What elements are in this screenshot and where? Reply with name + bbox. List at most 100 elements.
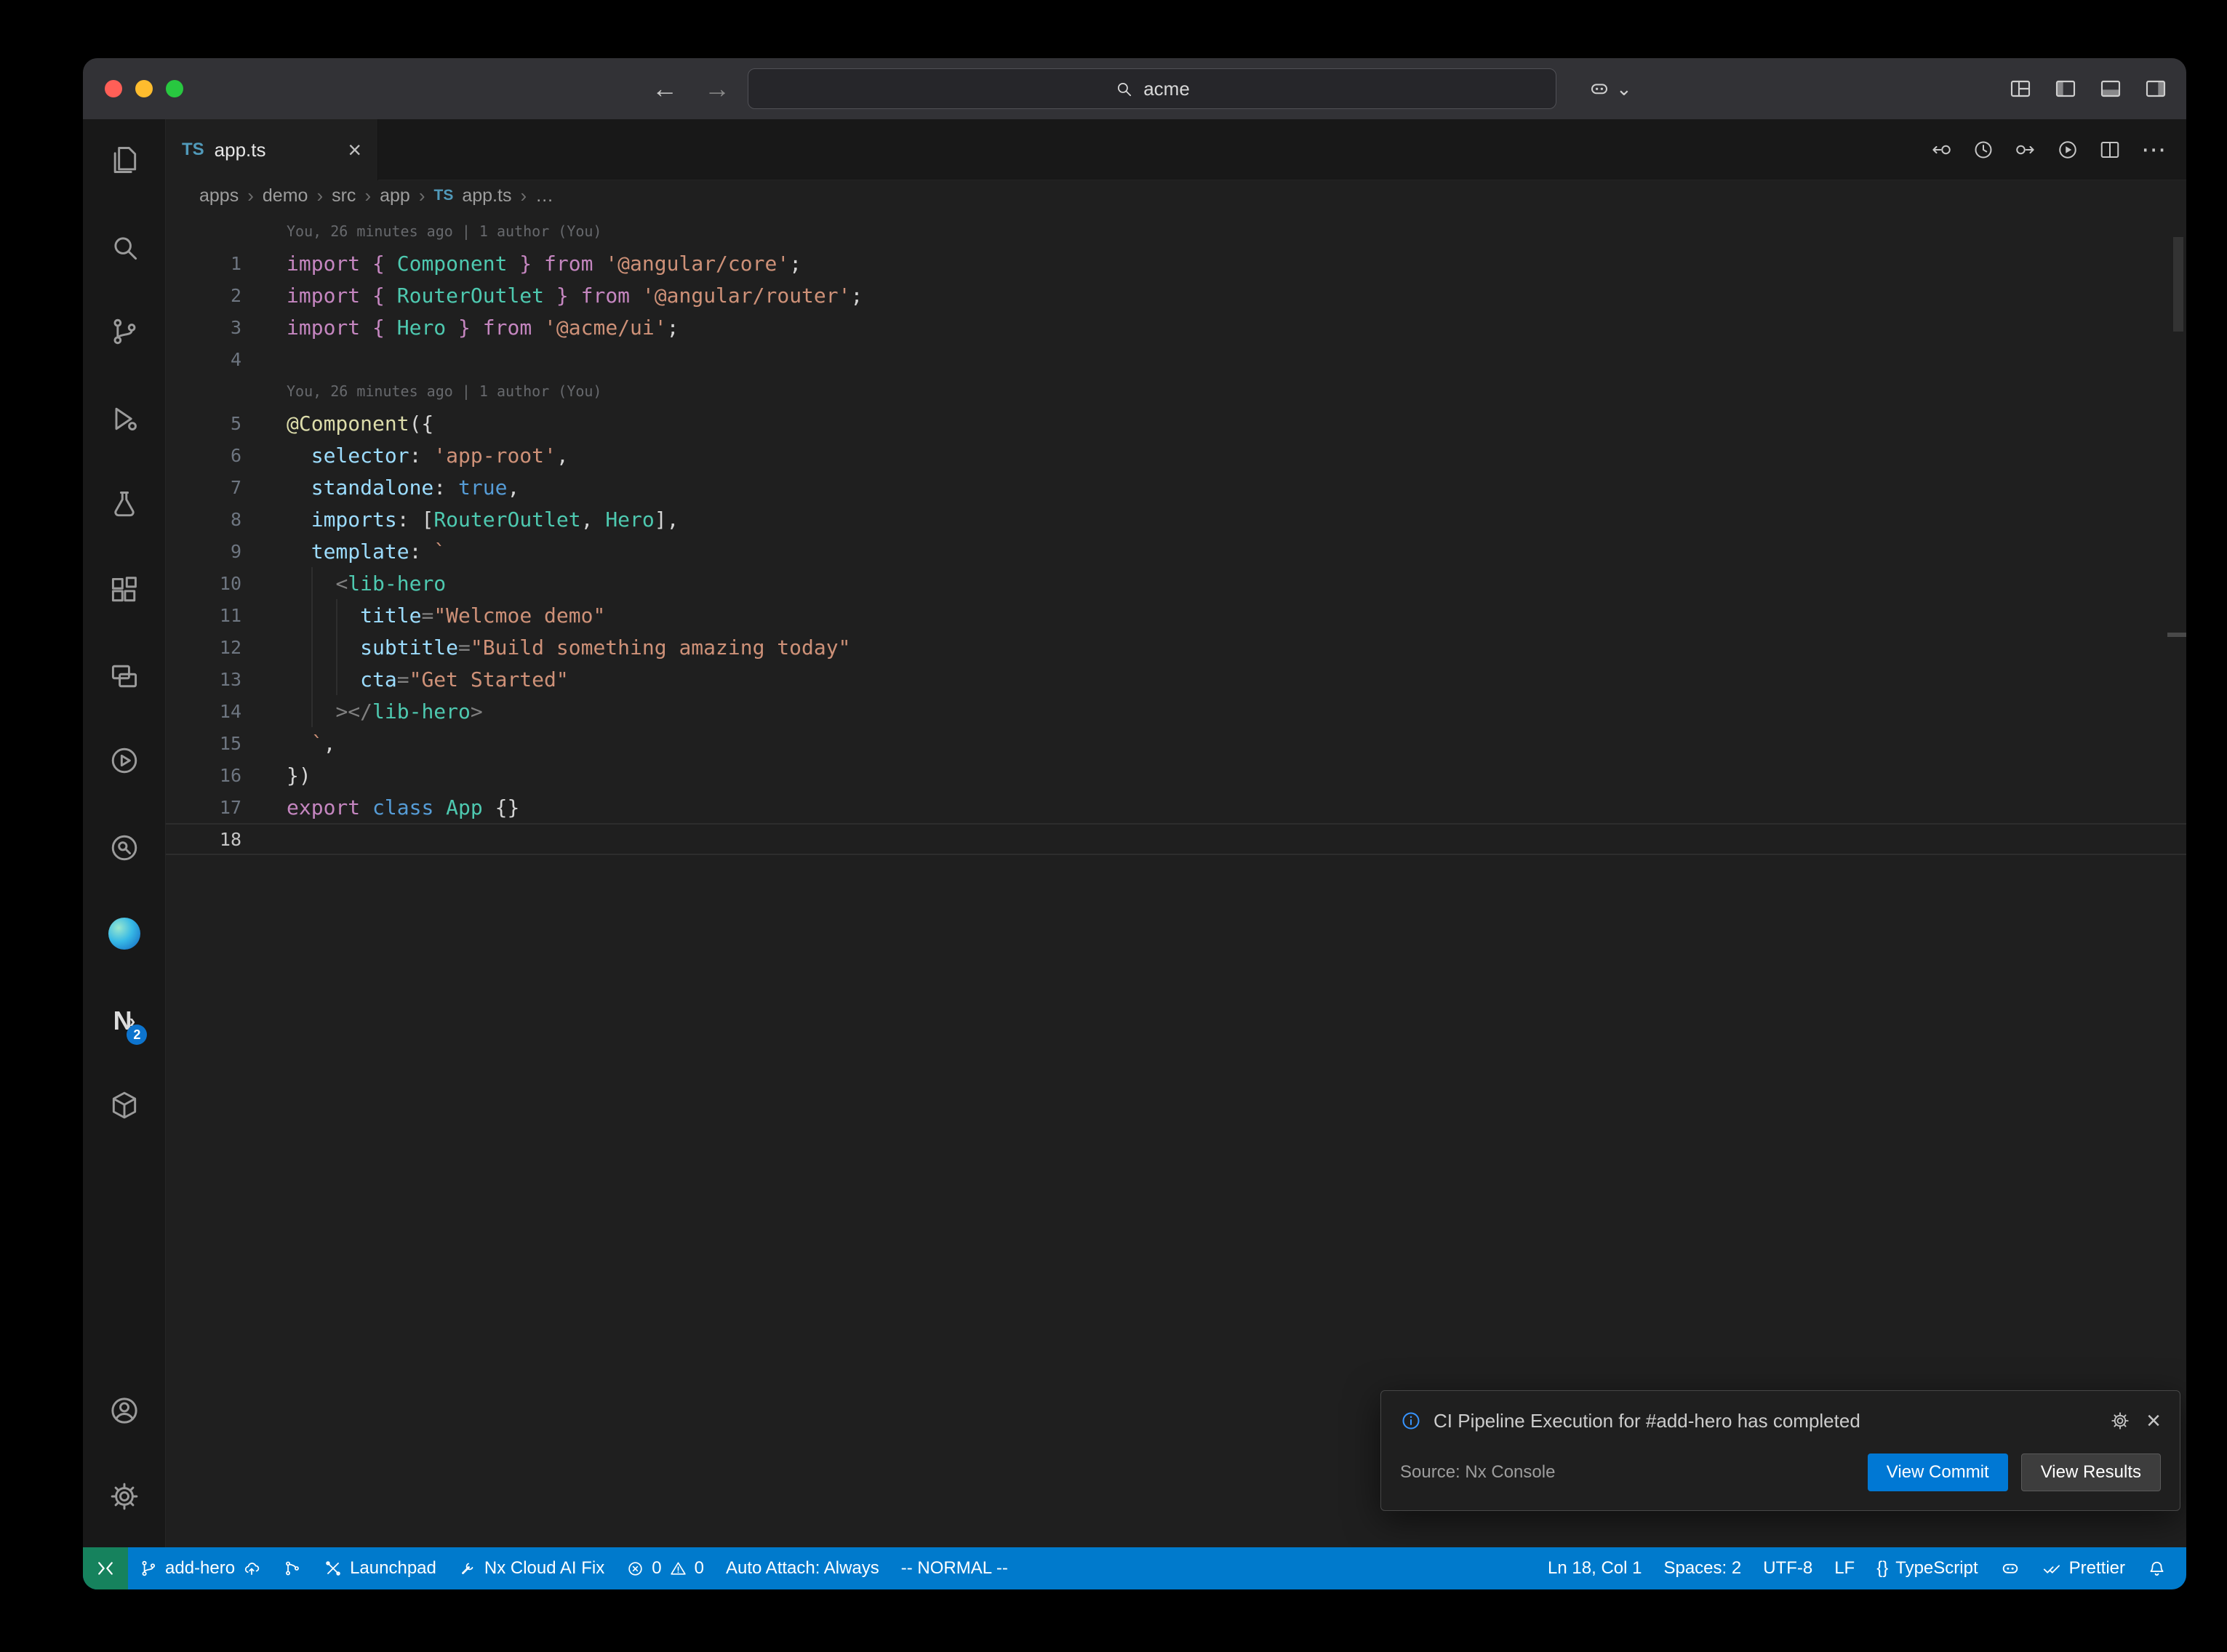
notification-close-icon[interactable]: × (2146, 1408, 2161, 1433)
testing-icon[interactable] (83, 476, 166, 534)
toggle-panel-icon[interactable] (2099, 77, 2122, 100)
notification-settings-gear-icon[interactable] (2110, 1411, 2130, 1431)
notification-toast: CI Pipeline Execution for #add-hero has … (1380, 1390, 2180, 1511)
error-icon (626, 1560, 644, 1578)
publish-cloud-icon (242, 1559, 261, 1578)
overview-ruler-mark (2167, 633, 2186, 637)
cursor-position-status[interactable]: Ln 18, Col 1 (1537, 1547, 1652, 1589)
open-next-change-icon[interactable] (2015, 139, 2036, 161)
eol-status[interactable]: LF (1823, 1547, 1866, 1589)
navigate-back-button[interactable]: ← (652, 58, 678, 119)
copilot-menu[interactable]: ⌄ (1588, 58, 1632, 119)
nx-cloud-label: Nx Cloud AI Fix (484, 1558, 604, 1579)
run-debug-icon[interactable] (83, 390, 166, 448)
source-control-icon[interactable] (83, 302, 166, 361)
breadcrumb: apps › demo › src › app › TS app.ts › … (166, 180, 2186, 211)
vscode-window: ← → acme ⌄ (83, 58, 2186, 1589)
more-actions-icon[interactable]: ⋯ (2141, 137, 2166, 162)
titlebar: ← → acme ⌄ (83, 58, 2186, 119)
close-tab-icon[interactable]: × (348, 138, 361, 161)
breadcrumb-item-apps[interactable]: apps (199, 185, 239, 206)
accounts-icon[interactable] (83, 1382, 166, 1440)
problems-status[interactable]: 0 0 (615, 1547, 715, 1589)
commit-graph-button[interactable] (272, 1547, 313, 1589)
breadcrumb-item-src[interactable]: src (332, 185, 356, 206)
language-mode-status[interactable]: {} TypeScript (1866, 1547, 1988, 1589)
remote-indicator[interactable] (83, 1547, 128, 1589)
copilot-icon (1588, 78, 1610, 100)
launchpad-label: Launchpad (350, 1558, 436, 1579)
tab-bar: TS app.ts × ⋯ (166, 119, 2186, 180)
indentation-status[interactable]: Spaces: 2 (1652, 1547, 1752, 1589)
command-center-search[interactable]: acme (748, 68, 1556, 109)
copilot-status[interactable] (1989, 1547, 2031, 1589)
breadcrumb-item-demo[interactable]: demo (263, 185, 308, 206)
code-lines: You, 26 minutes ago | 1 author (You) 1imp… (166, 215, 2186, 855)
encoding-status[interactable]: UTF-8 (1752, 1547, 1823, 1589)
view-results-button[interactable]: View Results (2021, 1453, 2161, 1491)
explorer-icon[interactable] (83, 131, 166, 189)
status-bar: add-hero Launchpad Nx Clou (83, 1547, 2186, 1589)
warning-count: 0 (695, 1558, 704, 1579)
code-editor[interactable]: You, 26 minutes ago | 1 author (You) 1imp… (166, 211, 2186, 1547)
breadcrumb-item-file[interactable]: app.ts (462, 185, 511, 206)
error-count: 0 (652, 1558, 661, 1579)
git-branch-status[interactable]: add-hero (128, 1547, 272, 1589)
inspect-icon[interactable] (83, 819, 166, 877)
code-row: 7 standalone: true, (166, 471, 2186, 503)
run-target-icon[interactable] (83, 731, 166, 790)
code-row: 6 selector: 'app-root', (166, 439, 2186, 471)
code-row: 11 title="Welcmoe demo" (166, 599, 2186, 631)
customize-layout-icon[interactable] (2009, 77, 2032, 100)
chevron-right-icon: › (247, 185, 254, 207)
split-editor-icon[interactable] (2099, 139, 2121, 161)
settings-gear-icon[interactable] (83, 1467, 166, 1525)
code-row: 17export class App {} (166, 791, 2186, 823)
blame-row: You, 26 minutes ago | 1 author (You) (166, 375, 2186, 407)
edge-browser-icon[interactable] (83, 905, 166, 963)
chevron-right-icon: › (419, 185, 425, 207)
breadcrumb-item-app[interactable]: app (380, 185, 410, 206)
breadcrumb-item-symbol[interactable]: … (535, 185, 553, 206)
toggle-secondary-sidebar-icon[interactable] (2144, 77, 2167, 100)
tab-app-ts[interactable]: TS app.ts × (166, 119, 378, 180)
nx-cloud-ai-fix-button[interactable]: Nx Cloud AI Fix (447, 1547, 615, 1589)
branch-name: add-hero (165, 1558, 235, 1579)
package-icon[interactable] (83, 1076, 166, 1134)
navigate-forward-button[interactable]: → (704, 58, 730, 119)
ts-file-icon: TS (434, 187, 454, 204)
toggle-primary-sidebar-icon[interactable] (2054, 77, 2077, 100)
remote-explorer-icon[interactable] (83, 647, 166, 705)
search-sidebar-icon[interactable] (83, 218, 166, 276)
code-row: 2import { RouterOutlet } from '@angular/… (166, 279, 2186, 311)
auto-attach-status[interactable]: Auto Attach: Always (715, 1547, 890, 1589)
commit-graph-icon (283, 1559, 302, 1578)
minimize-window-button[interactable] (135, 80, 153, 97)
code-row: 1import { Component } from '@angular/cor… (166, 247, 2186, 279)
activity-bar: N› 2 (83, 119, 166, 1547)
run-file-icon[interactable] (2057, 139, 2079, 161)
notification-message: CI Pipeline Execution for #add-hero has … (1434, 1410, 2098, 1432)
code-row: 16}) (166, 759, 2186, 791)
search-icon (1114, 79, 1133, 98)
formatter-status[interactable]: Prettier (2031, 1547, 2136, 1589)
code-row: 9 template: ` (166, 535, 2186, 567)
launchpad-button[interactable]: Launchpad (313, 1547, 447, 1589)
code-row: 13 cta="Get Started" (166, 663, 2186, 695)
open-changes-icon[interactable] (1930, 139, 1952, 161)
code-row: 15 `, (166, 727, 2186, 759)
notification-source: Source: Nx Console (1400, 1462, 1855, 1483)
vim-mode-status[interactable]: -- NORMAL -- (890, 1547, 1019, 1589)
git-branch-icon (139, 1559, 158, 1578)
nx-console-icon[interactable]: N› 2 (83, 992, 166, 1050)
extensions-icon[interactable] (83, 561, 166, 620)
view-commit-button[interactable]: View Commit (1868, 1453, 2008, 1491)
notifications-bell[interactable] (2136, 1547, 2178, 1589)
close-window-button[interactable] (105, 80, 122, 97)
code-row: 3import { Hero } from '@acme/ui'; (166, 311, 2186, 343)
zoom-window-button[interactable] (166, 80, 183, 97)
code-row: 4 (166, 343, 2186, 375)
file-history-icon[interactable] (1972, 139, 1994, 161)
scrollbar[interactable] (2173, 237, 2183, 332)
copilot-icon (2000, 1558, 2020, 1579)
